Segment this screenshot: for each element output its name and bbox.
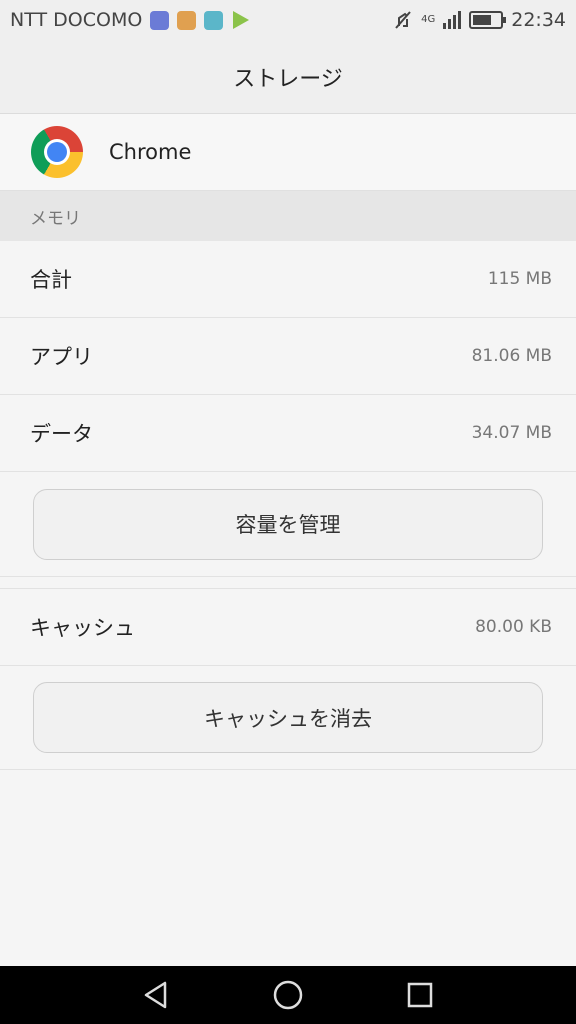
cache-row: キャッシュ 80.00 KB <box>0 589 576 666</box>
play-store-notification-icon <box>233 11 250 29</box>
total-label: 合計 <box>30 268 72 292</box>
maps-notification-icon <box>150 10 170 30</box>
carrier-name: NTT DOCOMO <box>10 9 143 31</box>
app-size-row: アプリ 81.06 MB <box>0 318 576 395</box>
clock: 22:34 <box>511 9 566 31</box>
app-size-label: アプリ <box>30 345 93 369</box>
recents-button[interactable] <box>400 975 440 1015</box>
data-size-row: データ 34.07 MB <box>0 395 576 472</box>
navigation-bar <box>0 966 576 1024</box>
app-size-value: 81.06 MB <box>471 346 552 366</box>
chrome-icon <box>31 126 83 178</box>
app-info-row: Chrome <box>0 114 576 191</box>
data-size-value: 34.07 MB <box>471 423 552 443</box>
manage-space-button[interactable]: 容量を管理 <box>33 488 543 560</box>
mute-icon <box>395 11 411 29</box>
section-divider <box>0 577 576 589</box>
circle-home-icon <box>273 980 303 1010</box>
battery-icon <box>469 11 507 29</box>
app-name: Chrome <box>109 140 192 164</box>
cache-label: キャッシュ <box>30 616 135 640</box>
cache-value: 80.00 KB <box>475 617 552 637</box>
gallery-notification-icon <box>204 10 224 30</box>
total-value: 115 MB <box>487 269 552 289</box>
network-type: 4G <box>421 14 436 25</box>
status-bar: NTT DOCOMO 4G 22:34 <box>0 0 576 40</box>
clear-cache-button[interactable]: キャッシュを消去 <box>33 682 543 753</box>
memory-section-header: メモリ <box>0 191 576 241</box>
data-size-label: データ <box>30 422 93 446</box>
page-title: ストレージ <box>0 40 576 114</box>
home-button[interactable] <box>268 975 308 1015</box>
total-row: 合計 115 MB <box>0 241 576 318</box>
clear-cache-container: キャッシュを消去 <box>0 666 576 770</box>
signal-icon <box>443 11 462 29</box>
manage-space-container: 容量を管理 <box>0 472 576 577</box>
square-recents-icon <box>407 982 433 1008</box>
triangle-back-icon <box>144 981 167 1009</box>
back-button[interactable] <box>136 975 176 1015</box>
store-notification-icon <box>177 10 197 30</box>
